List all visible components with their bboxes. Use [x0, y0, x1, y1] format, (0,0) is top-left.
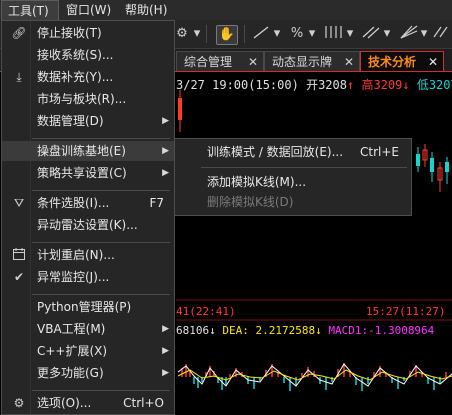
- macd-histogram: [181, 363, 447, 391]
- macd-value: MACD1:-1.3008964: [328, 324, 435, 337]
- tab-label: 综合管理: [184, 55, 233, 69]
- training-submenu: 训练模式 / 数据回放(E)... Ctrl+E 添加模拟K线(M)... 删除…: [174, 138, 412, 216]
- menu-window[interactable]: 窗口(W): [60, 0, 120, 20]
- shortcut-label: Ctrl+O: [123, 396, 164, 410]
- download-icon: ⤓: [16, 70, 22, 84]
- cursor-time-right: 15:27(11:27): [366, 305, 446, 318]
- fan-tool-icon[interactable]: [398, 25, 420, 43]
- menu-item-more-features[interactable]: 更多功能(G) ▶: [2, 363, 174, 383]
- menu-item-cpp-extension[interactable]: C++扩展(X) ▶: [2, 341, 174, 361]
- tab-label: 动态显示牌: [272, 55, 333, 69]
- menu-item-data-management[interactable]: 数据管理(D) ▶: [2, 111, 174, 131]
- submenu-item-delete-sim-kline: 删除模拟K线(D): [207, 195, 294, 209]
- dropdown-icon[interactable]: ▾: [383, 25, 391, 43]
- close-icon[interactable]: ✕: [428, 52, 438, 72]
- submenu-arrow-icon: ▶: [162, 116, 169, 126]
- menu-tools[interactable]: 工具(T): [1, 0, 59, 20]
- menu-item-market-sector[interactable]: 市场与板块(R)...: [2, 89, 174, 109]
- tab-label: 技术分析: [368, 55, 417, 69]
- menu-item-data-supplement[interactable]: ⤓ 数据补充(Y)...: [2, 67, 174, 87]
- hand-tool-icon[interactable]: ✋: [216, 25, 238, 45]
- close-icon[interactable]: ✕: [248, 52, 258, 72]
- submenu-item-add-sim-kline[interactable]: 添加模拟K线(M)...: [175, 172, 411, 192]
- menu-item-stock-screener[interactable]: ⛛ 条件选股(I)... F7: [2, 193, 174, 213]
- submenu-arrow-icon: ▶: [162, 368, 169, 378]
- calendar-icon: [11, 247, 27, 263]
- vertical-lines-tool-icon[interactable]: [321, 25, 345, 43]
- menu-item-training-base[interactable]: 操盘训练基地(E) ▶: [2, 141, 174, 161]
- menu-item-radar-settings[interactable]: 异动雷达设置(K)...: [2, 215, 174, 235]
- channel-tool-icon[interactable]: [360, 25, 382, 43]
- cursor-time-left: 41(22:41): [176, 305, 236, 318]
- menu-item-receive-system[interactable]: 接收系统(S)...: [2, 45, 174, 65]
- menubar: 工具(T) 窗口(W) 帮助(H): [0, 0, 452, 21]
- check-icon: ✔: [13, 270, 25, 284]
- submenu-arrow-icon: ▶: [162, 168, 169, 178]
- gear-icon: ⚙: [13, 396, 25, 410]
- parallel-tool-icon[interactable]: [432, 25, 450, 43]
- percent-tool-icon[interactable]: %: [286, 25, 308, 43]
- shortcut-label: Ctrl+E: [360, 145, 399, 159]
- menu-item-stop-receive[interactable]: 🔗︎ 停止接收(T): [2, 23, 174, 43]
- dropdown-icon[interactable]: ▾: [308, 25, 316, 43]
- dif-value: 68106: [176, 324, 210, 337]
- menu-item-vba-project[interactable]: VBA工程(M) ▶: [2, 319, 174, 339]
- line-tool-icon[interactable]: [250, 25, 272, 43]
- dropdown-icon[interactable]: ▾: [346, 25, 354, 43]
- menu-help[interactable]: 帮助(H): [119, 0, 179, 20]
- macd-indicator-line: 68106↓ DEA: 2.2172588↓ MACD1:-1.3008964: [176, 324, 435, 337]
- filter-icon: ⛛: [13, 196, 25, 210]
- tab-dynamic-board[interactable]: 动态显示牌 ✕: [264, 51, 360, 71]
- menu-item-options[interactable]: ⚙ 选项(O)... Ctrl+O: [2, 393, 174, 413]
- tab-overview[interactable]: 综合管理 ✕: [176, 51, 264, 71]
- link-icon: 🔗︎: [11, 26, 27, 40]
- menu-item-scheduled-restart[interactable]: 计划重启(N)...: [2, 245, 174, 265]
- settings-cog-icon[interactable]: ⚙: [176, 25, 188, 43]
- submenu-arrow-icon: ▶: [162, 346, 169, 356]
- tab-technical-analysis[interactable]: 技术分析 ✕: [360, 51, 444, 71]
- close-icon[interactable]: ✕: [344, 52, 354, 72]
- tools-menu: 🔗︎ 停止接收(T) 接收系统(S)... ⤓ 数据补充(Y)... 市场与板块…: [1, 20, 175, 415]
- menu-item-python-manager[interactable]: Python管理器(P): [2, 297, 174, 317]
- shortcut-label: F7: [149, 196, 164, 210]
- dea-value: DEA: 2.2172588: [222, 324, 316, 337]
- dropdown-icon[interactable]: ▾: [420, 25, 428, 43]
- app-window: 工具(T) 窗口(W) 帮助(H) ⚙ ▾ ✋ ▾ % ▾ ▾ ▾ ▾ 综合管理…: [0, 0, 452, 415]
- submenu-item-training-mode[interactable]: 训练模式 / 数据回放(E)... Ctrl+E: [175, 142, 411, 162]
- dropdown-icon[interactable]: ▾: [192, 25, 202, 43]
- submenu-arrow-icon: ▶: [162, 146, 169, 156]
- dropdown-icon[interactable]: ▾: [273, 25, 281, 43]
- submenu-arrow-icon: ▶: [162, 324, 169, 334]
- menu-item-anomaly-monitor[interactable]: ✔ 异常监控(J)...: [2, 267, 174, 287]
- menu-item-strategy-share[interactable]: 策略共享设置(C) ▶: [2, 163, 174, 183]
